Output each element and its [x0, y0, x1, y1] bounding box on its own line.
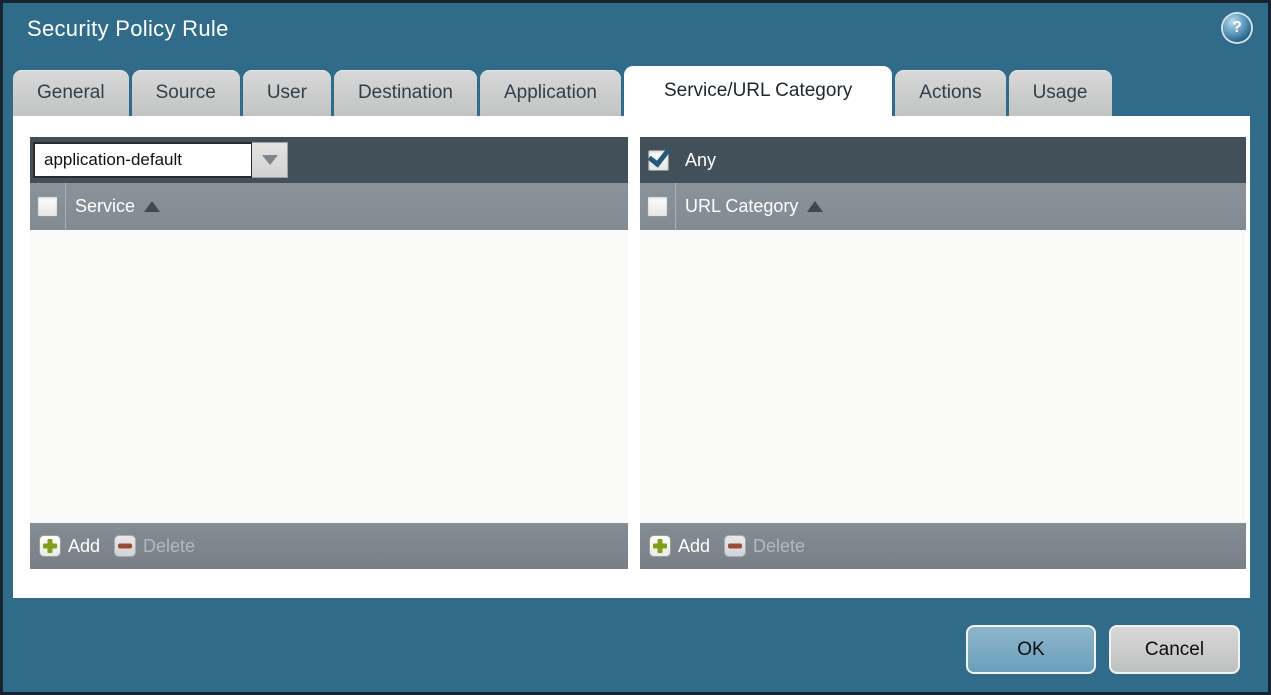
- service-panel-toolbar: Add Delete: [30, 523, 628, 569]
- service-add-button[interactable]: Add: [39, 535, 100, 557]
- service-type-input[interactable]: [33, 142, 252, 178]
- help-icon[interactable]: ?: [1223, 14, 1251, 42]
- service-column-header-row: Service: [30, 183, 628, 230]
- tab-usage[interactable]: Usage: [1008, 70, 1112, 116]
- ok-button[interactable]: OK: [966, 625, 1096, 674]
- url-category-delete-button[interactable]: Delete: [724, 535, 805, 557]
- url-category-panel-header: Any: [640, 137, 1246, 183]
- any-checkbox[interactable]: [648, 149, 669, 171]
- url-category-add-button[interactable]: Add: [649, 535, 710, 557]
- url-category-select-all-checkbox[interactable]: [647, 196, 668, 217]
- delete-icon: [114, 535, 137, 557]
- tab-destination[interactable]: Destination: [333, 70, 477, 116]
- add-button-label: Add: [678, 535, 711, 556]
- add-icon: [39, 535, 61, 557]
- url-category-panel-toolbar: Add Delete: [640, 523, 1246, 569]
- delete-button-label: Delete: [143, 535, 196, 556]
- delete-icon: [724, 535, 747, 557]
- title-bar: Security Policy Rule ?: [3, 3, 1268, 65]
- column-divider: [675, 183, 676, 230]
- delete-button-label: Delete: [753, 535, 806, 556]
- service-panel: Service Add Delete: [30, 137, 628, 569]
- service-panel-header: [30, 137, 628, 183]
- tab-service-url-category[interactable]: Service/URL Category: [623, 66, 893, 116]
- url-category-panel: Any URL Category Add Delete: [640, 137, 1246, 569]
- add-icon: [649, 535, 671, 557]
- add-button-label: Add: [68, 535, 101, 556]
- sort-ascending-icon[interactable]: [144, 201, 161, 212]
- tab-source[interactable]: Source: [131, 70, 240, 116]
- service-select-all-checkbox[interactable]: [37, 196, 58, 217]
- chevron-down-icon: [261, 155, 278, 165]
- dialog-title: Security Policy Rule: [27, 16, 229, 41]
- cancel-button[interactable]: Cancel: [1109, 625, 1240, 674]
- service-column-label[interactable]: Service: [75, 196, 135, 217]
- service-list-body: [30, 230, 628, 523]
- tab-general[interactable]: General: [13, 70, 129, 116]
- service-type-dropdown: [33, 142, 288, 178]
- url-category-column-header-row: URL Category: [640, 183, 1246, 230]
- sort-ascending-icon[interactable]: [807, 201, 824, 212]
- service-type-dropdown-button[interactable]: [252, 142, 288, 178]
- any-checkbox-row: Any: [648, 149, 717, 171]
- tab-content-area: Service Add Delete Any: [13, 116, 1250, 598]
- security-policy-rule-dialog: Security Policy Rule ? General Source Us…: [0, 0, 1271, 695]
- url-category-list-body: [640, 230, 1246, 523]
- service-delete-button[interactable]: Delete: [114, 535, 195, 557]
- url-category-column-label[interactable]: URL Category: [685, 196, 798, 217]
- column-divider: [65, 183, 66, 230]
- tab-user[interactable]: User: [242, 70, 331, 116]
- tab-actions[interactable]: Actions: [895, 70, 1006, 116]
- tab-application[interactable]: Application: [480, 70, 621, 116]
- tab-bar: General Source User Destination Applicat…: [13, 66, 1258, 116]
- any-label: Any: [685, 149, 717, 170]
